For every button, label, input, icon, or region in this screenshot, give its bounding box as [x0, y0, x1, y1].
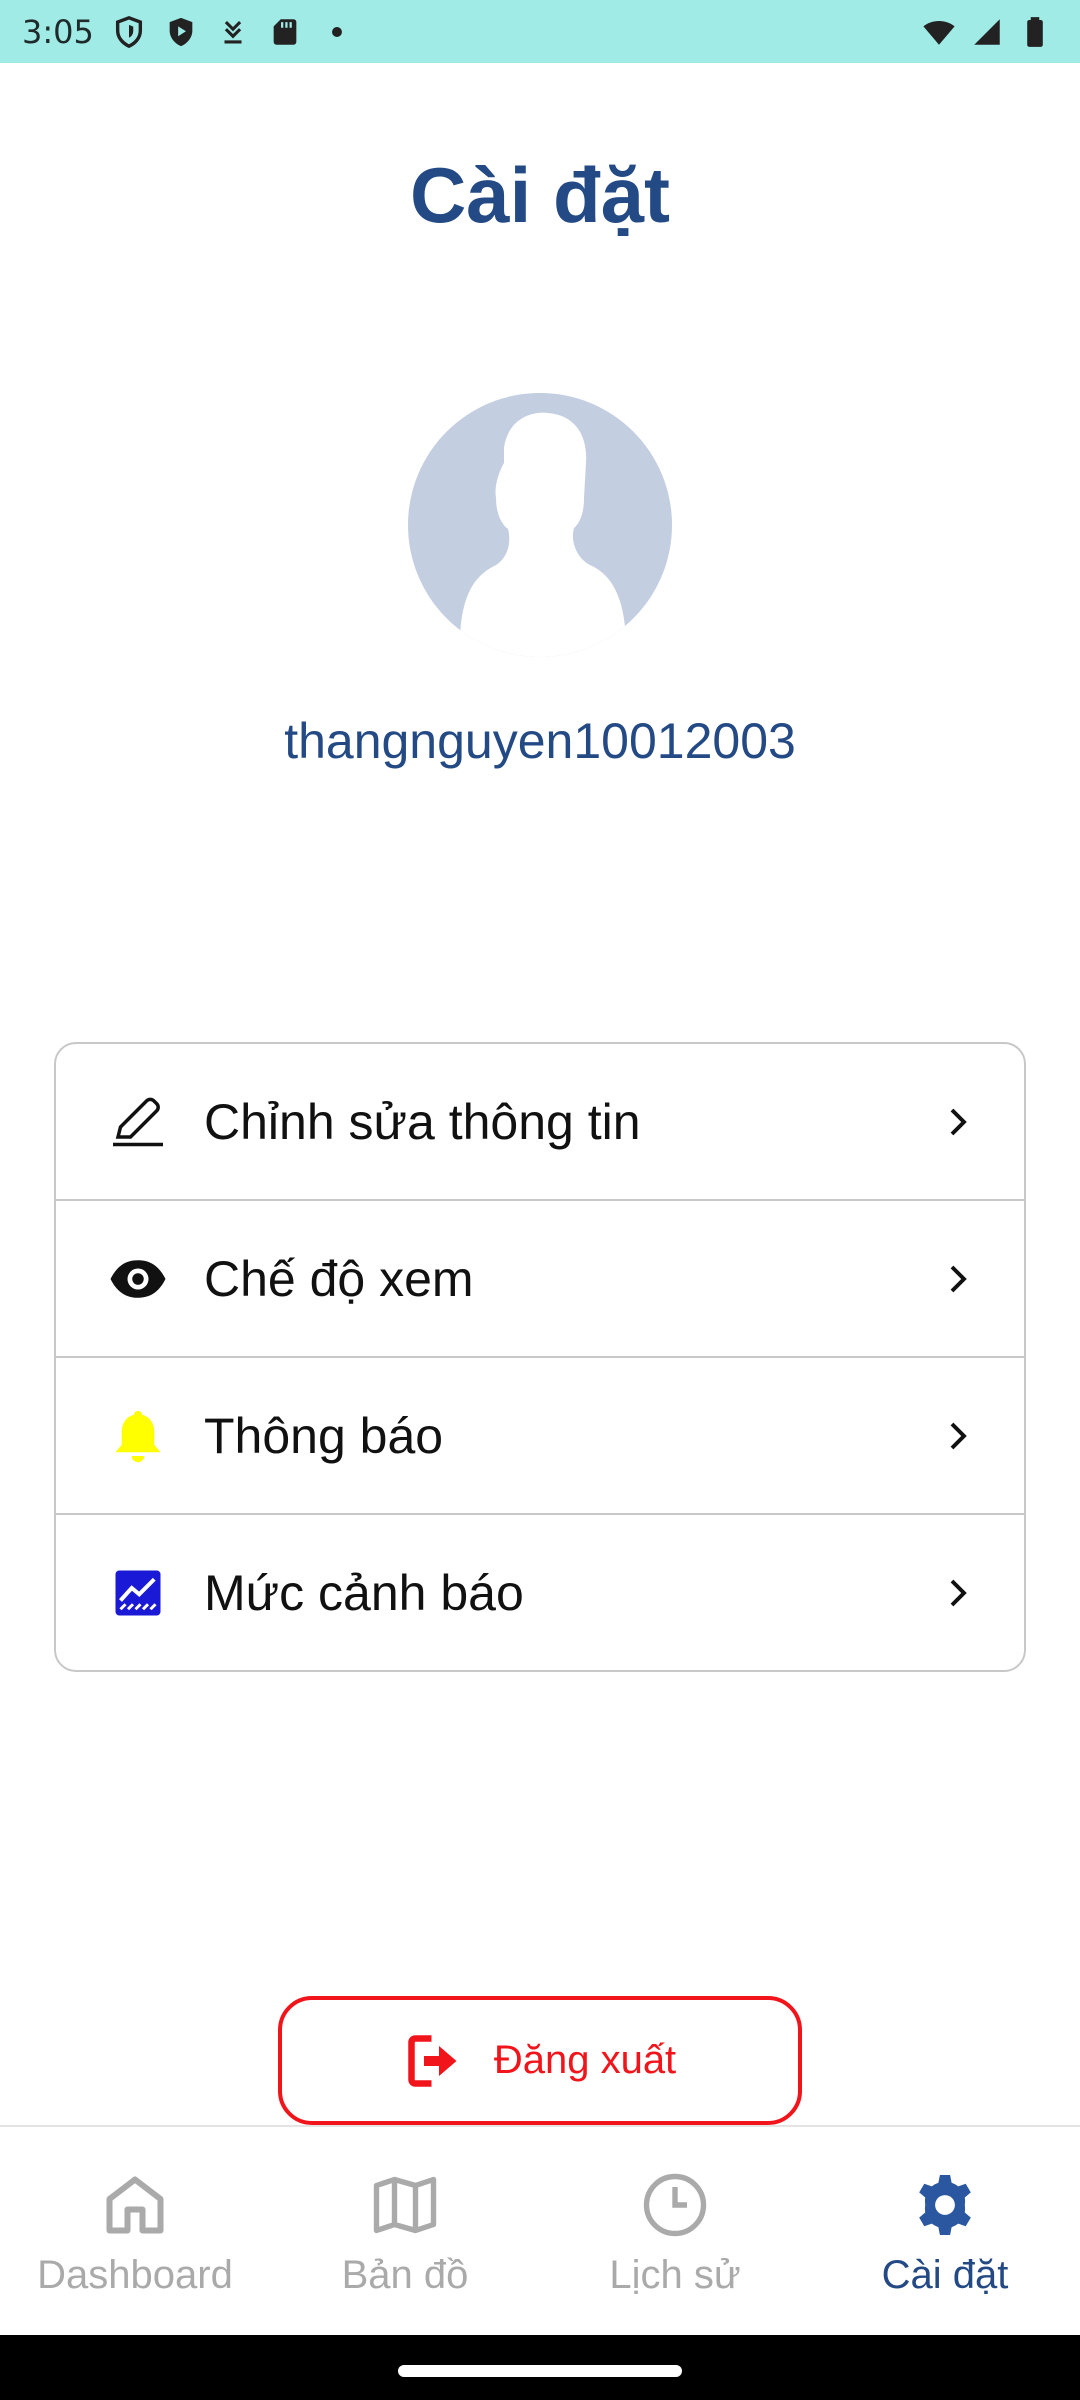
wifi-icon — [922, 15, 956, 49]
settings-item-label: Mức cảnh báo — [204, 1564, 524, 1621]
settings-item-edit-profile[interactable]: Chỉnh sửa thông tin — [56, 1044, 1024, 1201]
status-bar: 3:05 — [0, 0, 1080, 63]
system-nav-bar — [0, 2335, 1080, 2400]
status-left: 3:05 — [22, 13, 354, 51]
logout-button[interactable]: Đăng xuất — [278, 1996, 802, 2125]
chevron-right-icon — [940, 1261, 976, 1297]
nav-item-settings[interactable]: Cài đặt — [810, 2127, 1080, 2337]
eye-icon — [108, 1249, 168, 1309]
battery-icon — [1018, 15, 1052, 49]
settings-item-label: Chế độ xem — [204, 1250, 474, 1307]
signal-icon — [970, 15, 1004, 49]
nav-label: Lịch sử — [609, 2253, 741, 2297]
dot-icon — [320, 15, 354, 49]
download-icon — [216, 15, 250, 49]
sd-card-icon — [268, 15, 302, 49]
home-icon — [99, 2169, 171, 2241]
shield-icon — [112, 15, 146, 49]
logout-label: Đăng xuất — [493, 2038, 677, 2082]
pencil-icon — [108, 1092, 168, 1152]
settings-item-alert-level[interactable]: Mức cảnh báo — [56, 1515, 1024, 1670]
nav-label: Bản đồ — [341, 2253, 469, 2297]
nav-item-history[interactable]: Lịch sử — [540, 2127, 810, 2337]
chevron-right-icon — [940, 1575, 976, 1611]
settings-item-label: Thông báo — [204, 1407, 444, 1464]
settings-item-notifications[interactable]: Thông báo — [56, 1358, 1024, 1515]
chart-icon — [108, 1563, 168, 1623]
nav-item-map[interactable]: Bản đồ — [270, 2127, 540, 2337]
play-shield-icon — [164, 15, 198, 49]
page-title: Cài đặt — [409, 151, 671, 239]
settings-item-label: Chỉnh sửa thông tin — [204, 1093, 641, 1150]
username: thangnguyen10012003 — [284, 713, 796, 769]
settings-item-view-mode[interactable]: Chế độ xem — [56, 1201, 1024, 1358]
home-gesture-bar[interactable] — [398, 2365, 682, 2377]
status-time: 3:05 — [22, 12, 94, 51]
logout-icon — [404, 2031, 464, 2091]
chevron-right-icon — [940, 1104, 976, 1140]
gear-icon — [909, 2169, 981, 2241]
avatar[interactable] — [408, 393, 672, 657]
bell-icon — [108, 1406, 168, 1466]
default-avatar-icon — [459, 412, 627, 657]
chevron-right-icon — [940, 1418, 976, 1454]
nav-label: Cài đặt — [881, 2253, 1009, 2297]
status-right — [922, 15, 1052, 49]
map-icon — [369, 2169, 441, 2241]
settings-menu: Chỉnh sửa thông tin Chế độ xem Thông báo… — [54, 1042, 1026, 1672]
nav-item-dashboard[interactable]: Dashboard — [0, 2127, 270, 2337]
clock-icon — [639, 2169, 711, 2241]
bottom-nav: Dashboard Bản đồ Lịch sử Cài đặt — [0, 2125, 1080, 2335]
nav-label: Dashboard — [37, 2253, 233, 2297]
